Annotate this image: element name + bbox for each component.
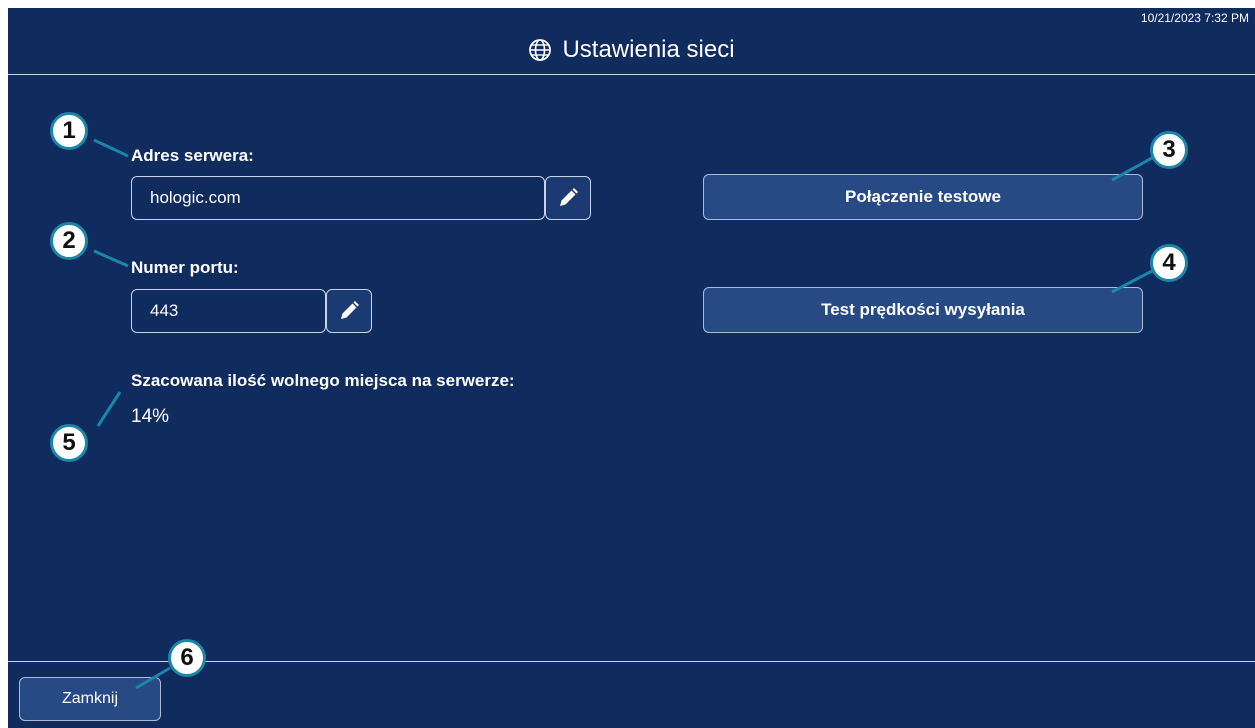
timestamp: 10/21/2023 7:32 PM [1140,11,1249,25]
header-divider [8,74,1255,75]
pencil-icon [560,188,578,206]
callout-lines [93,138,1153,690]
top-strip [0,0,1255,8]
callout-line-1 [93,138,129,158]
callout-line-2 [93,249,129,268]
callout-3: 3 [1150,131,1188,169]
server-address-field[interactable]: hologic.com [131,176,545,220]
close-button[interactable]: Zamknij [19,677,161,721]
free-space-value: 14% [131,406,170,427]
callout-6: 6 [168,639,206,677]
pencil-icon [341,301,359,319]
free-space-label: Szacowana ilość wolnego miejsca na serwe… [131,371,515,390]
callout-1: 1 [50,112,88,150]
page-title: Ustawienia sieci [562,36,735,63]
callout-line-5 [96,391,122,427]
upload-speed-test-button[interactable]: Test prędkości wysyłania [703,287,1143,333]
server-address-label: Adres serwera: [131,146,254,165]
page-header: Ustawienia sieci [8,30,1255,70]
port-number-label: Numer portu: [131,258,239,277]
port-number-field[interactable]: 443 [131,289,326,333]
globe-icon [529,39,552,61]
edit-port-number-button[interactable] [326,289,372,333]
callout-4: 4 [1150,244,1188,282]
callout-5: 5 [50,424,88,462]
test-connection-button[interactable]: Połączenie testowe [703,174,1143,220]
edit-server-address-button[interactable] [545,176,591,220]
network-settings-screen: 10/21/2023 7:32 PM Ustawienia sieci Adre… [8,8,1255,728]
callout-2: 2 [50,222,88,260]
